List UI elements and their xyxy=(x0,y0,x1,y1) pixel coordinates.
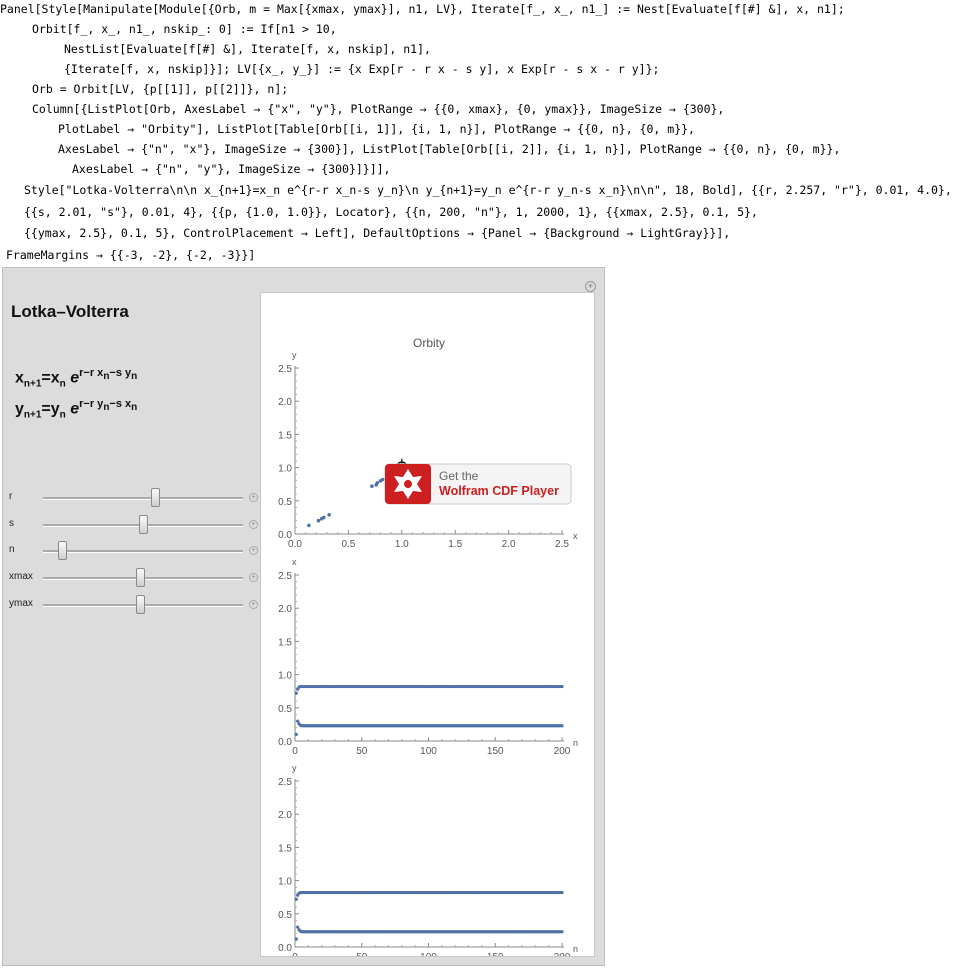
data-point xyxy=(294,897,298,901)
data-point xyxy=(294,691,298,695)
y-axis-label: y xyxy=(292,763,297,773)
x-tick-label: 1.0 xyxy=(395,539,409,550)
data-point xyxy=(560,684,564,689)
y-tick-label: 0.5 xyxy=(278,704,292,715)
y-tick-label: 2.0 xyxy=(278,397,292,408)
slider-thumb-s[interactable] xyxy=(138,515,148,534)
x-tick-label: 200 xyxy=(554,746,571,757)
slider-expand-icon-xmax[interactable]: + xyxy=(249,573,258,582)
data-point xyxy=(560,724,564,728)
y-tick-label: 1.0 xyxy=(278,877,292,888)
y-tick-label: 1.5 xyxy=(278,430,292,441)
x-tick-label: 150 xyxy=(487,952,504,956)
slider-thumb-ymax[interactable] xyxy=(136,595,146,614)
code-line: {Iterate[f, x, nskip]}]; LV[{x_, y_}] :=… xyxy=(64,62,660,76)
x-tick-label: 100 xyxy=(420,746,437,757)
slider-thumb-n[interactable] xyxy=(58,541,68,560)
x-tick-label: 0 xyxy=(292,952,298,956)
code-line: {{ymax, 2.5}, 0.1, 5}, ControlPlacement … xyxy=(24,226,731,240)
badge-line1: Get the xyxy=(439,469,479,483)
slider-expand-icon-ymax[interactable]: + xyxy=(249,600,258,609)
data-point xyxy=(322,515,326,520)
data-point xyxy=(327,512,331,517)
data-point xyxy=(307,523,311,528)
panel-options-icon[interactable]: + xyxy=(585,281,596,292)
slider-track-n[interactable] xyxy=(43,550,243,553)
data-point xyxy=(316,518,321,523)
code-line: Panel[Style[Manipulate[Module[{Orb, m = … xyxy=(0,2,845,16)
x-axis-label: n xyxy=(573,944,578,954)
y-tick-label: 2.5 xyxy=(278,777,292,788)
slider-expand-icon-n[interactable]: + xyxy=(249,546,258,555)
y-tick-label: 2.0 xyxy=(278,604,292,615)
data-point xyxy=(294,937,298,941)
data-point xyxy=(294,732,298,736)
chart-title: Orbity xyxy=(413,336,445,350)
slider-label-xmax: xmax xyxy=(9,571,33,582)
y-tick-label: 0.0 xyxy=(278,737,292,748)
code-line: FrameMargins → {{-3, -2}, {-2, -3}}] xyxy=(6,248,256,262)
code-line: AxesLabel → {"n", "y"}, ImageSize → {300… xyxy=(72,162,391,176)
x-tick-label: 200 xyxy=(554,952,571,956)
slider-label-ymax: ymax xyxy=(9,598,33,609)
y-tick-label: 1.0 xyxy=(278,671,292,682)
slider-expand-icon-r[interactable]: + xyxy=(249,493,258,502)
slider-label-n: n xyxy=(9,544,15,555)
x-tick-label: 1.5 xyxy=(448,539,462,550)
x-tick-label: 2.5 xyxy=(555,539,569,550)
code-line: {{s, 2.01, "s"}, 0.01, 4}, {{p, {1.0, 1.… xyxy=(24,205,758,219)
x-axis-label: x xyxy=(573,531,578,541)
y-tick-label: 0.0 xyxy=(278,530,292,541)
code-line: Style["Lotka-Volterra\n\n x_{n+1}=x_n e^… xyxy=(24,183,952,197)
slider-label-r: r xyxy=(9,491,13,502)
wolfram-star-center xyxy=(404,480,412,488)
x-tick-label: 0 xyxy=(292,746,298,757)
equation-x: xn+1=xn er−r xn−s yn xyxy=(15,367,138,390)
code-line: AxesLabel → {"n", "x"}, ImageSize → {300… xyxy=(58,142,841,156)
slider-track-r[interactable] xyxy=(43,497,243,500)
code-line: Column[{ListPlot[Orb, AxesLabel → {"x", … xyxy=(32,102,725,116)
y-axis-label: x xyxy=(292,557,297,567)
y-tick-label: 1.5 xyxy=(278,637,292,648)
data-point xyxy=(560,890,564,895)
badge-line2: Wolfram CDF Player xyxy=(439,484,559,498)
y-tick-label: 2.5 xyxy=(278,571,292,582)
x-tick-label: 50 xyxy=(356,746,368,757)
data-point xyxy=(560,930,564,934)
plots-svg: Orbity 0.0 0.5 1.0 1.5 2.0 2.5 0.0 0.5 1.0 1.5 2.0 2… xyxy=(278,336,578,963)
cdf-player-badge[interactable]: Get theWolfram CDF Player xyxy=(384,463,572,505)
y-tick-label: 1.0 xyxy=(278,464,292,475)
x-tick-label: 50 xyxy=(356,952,368,956)
code-line: Orb = Orbit[LV, {p[[1]], p[[2]]}, n]; xyxy=(32,82,289,96)
x-tick-label: 150 xyxy=(487,746,504,757)
y-tick-label: 2.5 xyxy=(278,364,292,375)
code-line: Orbit[f_, x_, n1_, nskip_: 0] := If[n1 >… xyxy=(32,22,337,36)
y-tick-label: 0.0 xyxy=(278,943,292,954)
slider-expand-icon-s[interactable]: + xyxy=(249,520,258,529)
slider-thumb-r[interactable] xyxy=(151,488,161,507)
x-tick-label: 0.5 xyxy=(341,539,355,550)
slider-thumb-xmax[interactable] xyxy=(136,568,146,587)
y-tick-label: 1.5 xyxy=(278,843,292,854)
panel-title: Lotka–Volterra xyxy=(11,302,129,321)
data-point xyxy=(370,484,374,488)
slider-label-s: s xyxy=(9,518,14,529)
y-tick-label: 0.5 xyxy=(278,910,292,921)
data-point xyxy=(374,483,378,487)
y-tick-label: 2.0 xyxy=(278,810,292,821)
data-point xyxy=(380,477,385,482)
x-tick-label: 2.0 xyxy=(502,539,516,550)
x-tick-label: 100 xyxy=(420,952,437,956)
code-cell[interactable]: Panel[Style[Manipulate[Module[{Orb, m = … xyxy=(0,0,954,266)
code-line: PlotLabel → "Orbity"], ListPlot[Table[Or… xyxy=(58,122,695,136)
x-axis-label: n xyxy=(573,738,578,748)
plot-column: Orbity 0.0 0.5 1.0 1.5 2.0 2.5 0.0 0.5 1.0 1.5 2.0 2… xyxy=(260,292,595,963)
manipulate-panel: + Lotka–Volterra xn+1=xn er−r xn−s yn yn… xyxy=(2,267,605,966)
y-tick-label: 0.5 xyxy=(278,497,292,508)
equation-y: yn+1=yn er−r yn−s xn xyxy=(15,398,138,421)
y-axis-label: y xyxy=(292,350,297,360)
code-line: NestList[Evaluate[f[#] &], Iterate[f, x,… xyxy=(64,42,431,56)
